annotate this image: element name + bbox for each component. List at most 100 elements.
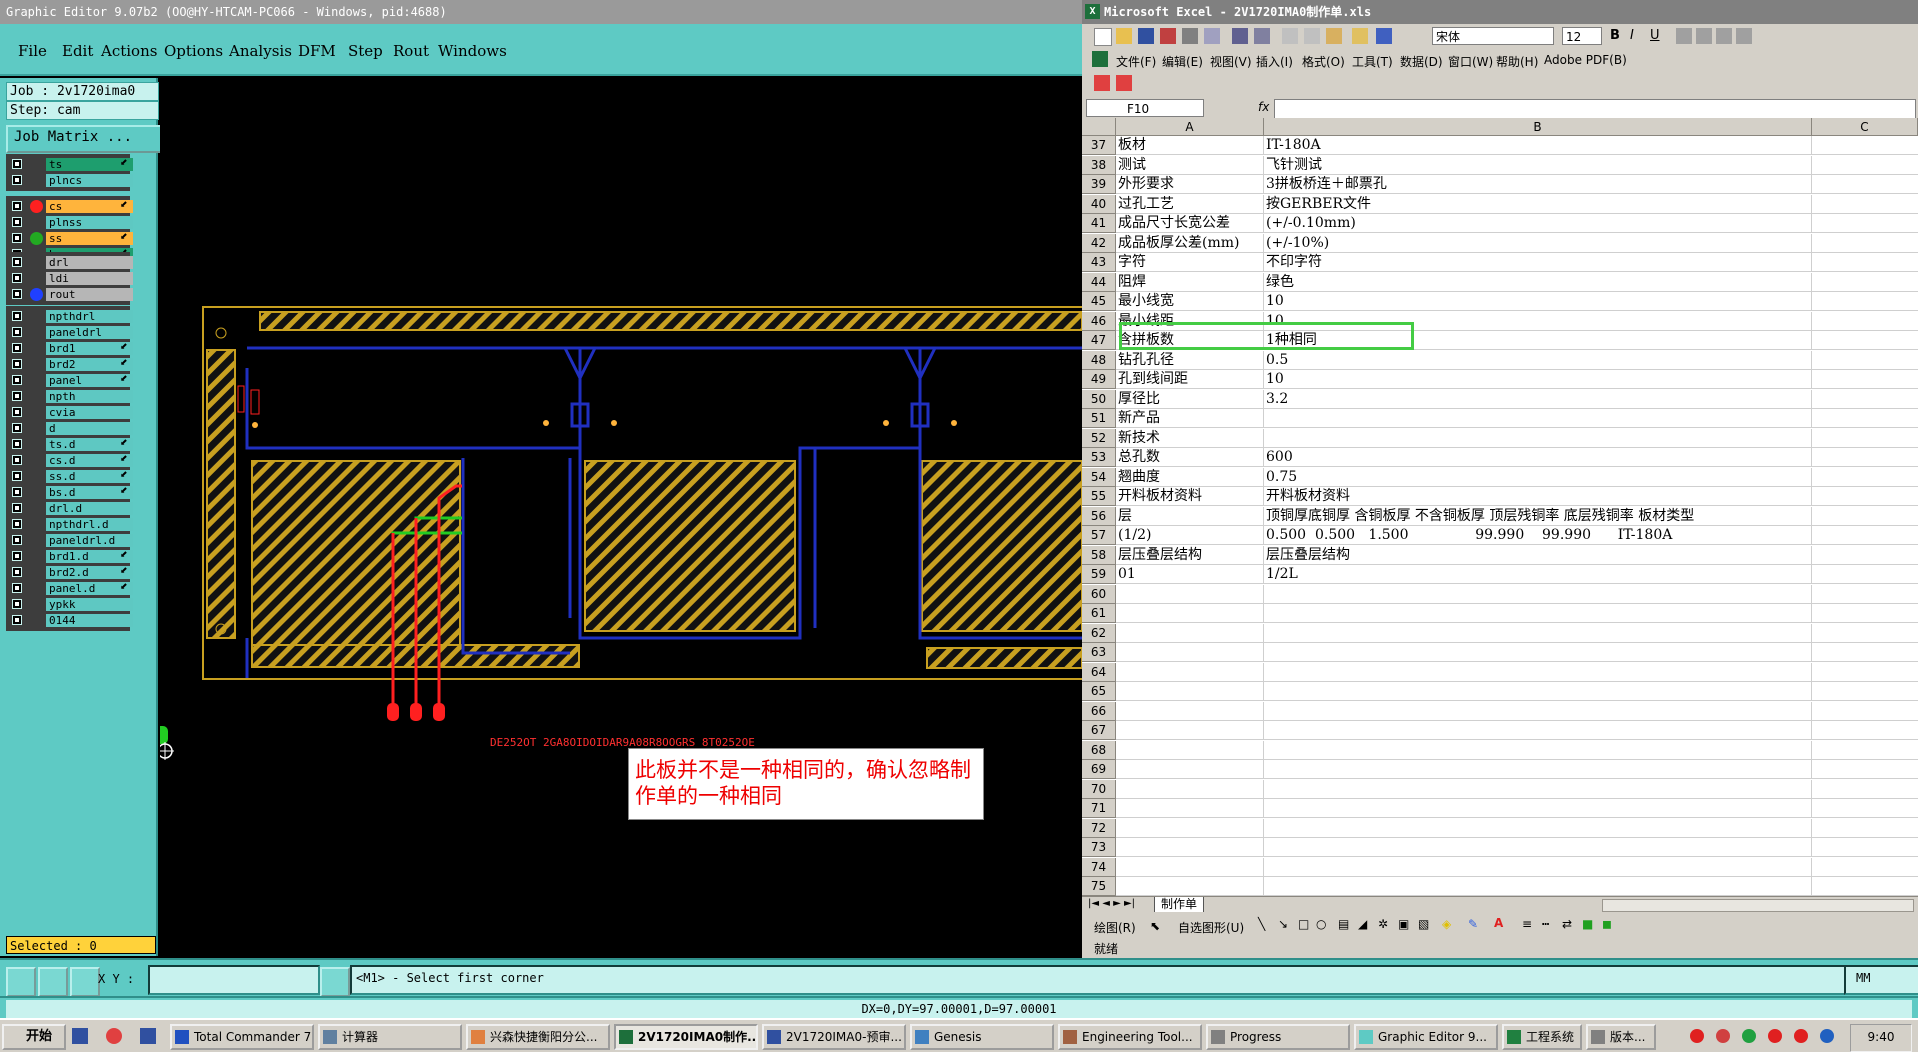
sheet-nav-arrows-icon[interactable]: |◄ ◄ ► ►| <box>1088 898 1135 909</box>
layer-name[interactable]: ldi <box>46 272 133 285</box>
menu-windows[interactable]: Windows <box>438 42 507 60</box>
menu-options[interactable]: Options <box>164 42 223 60</box>
layer-row-drl[interactable]: drl <box>6 255 133 270</box>
cell-c[interactable] <box>1812 643 1918 662</box>
layer-checkbox[interactable] <box>12 503 22 513</box>
diagram-icon[interactable]: ✲ <box>1378 917 1388 931</box>
row-header[interactable]: 59 <box>1082 565 1116 584</box>
cell-c[interactable] <box>1812 858 1918 877</box>
layer-name[interactable]: paneldrl.d <box>46 534 133 547</box>
menu-file[interactable]: File <box>18 42 47 60</box>
units-dropdown[interactable]: MM <box>1844 965 1918 995</box>
start-button[interactable]: 开始 <box>2 1024 66 1050</box>
excel-doc-icon[interactable] <box>1092 51 1108 67</box>
cell-c[interactable] <box>1812 312 1918 331</box>
cell-c[interactable] <box>1812 370 1918 389</box>
row-header[interactable]: 67 <box>1082 721 1116 740</box>
cell-c[interactable] <box>1812 760 1918 779</box>
cell-b[interactable] <box>1264 428 1812 448</box>
menu-actions[interactable]: Actions <box>101 42 157 60</box>
line-color-icon[interactable]: ✎ <box>1468 917 1478 931</box>
permission-icon[interactable] <box>1160 28 1176 44</box>
autoshapes-menu[interactable]: 自选图形(U) <box>1178 919 1244 936</box>
grid-tool-icon[interactable] <box>70 967 100 997</box>
cell-b[interactable]: 3拼板桥连＋邮票孔 <box>1264 175 1812 194</box>
layer-name[interactable]: npth <box>46 390 133 403</box>
spreadsheet-grid[interactable]: A B C 37 板材 IT-180A 38 测试 飞针测试 39 外形要求 3拼板桥连＋邮票孔… <box>1082 118 1918 896</box>
layer-row-ts-d[interactable]: ts.d ⬋ <box>6 437 133 452</box>
layer-row-plncs[interactable]: plncs <box>6 173 133 188</box>
info-icon[interactable] <box>320 967 350 997</box>
layer-row-0144[interactable]: 0144 <box>6 613 133 628</box>
menu-rout[interactable]: Rout <box>393 42 429 60</box>
cell-c[interactable] <box>1812 409 1918 428</box>
cell-c[interactable] <box>1812 624 1918 643</box>
underline-icon[interactable]: U <box>1650 28 1666 44</box>
cell-b[interactable] <box>1264 409 1812 428</box>
layer-name[interactable]: ypkk <box>46 598 133 611</box>
cell-a[interactable] <box>1116 877 1264 896</box>
menu-adobe-pdf[interactable]: Adobe PDF(B) <box>1544 53 1627 67</box>
menu-tools[interactable]: 工具(T) <box>1352 53 1393 70</box>
layer-checkbox[interactable] <box>12 439 22 449</box>
cell-c[interactable] <box>1812 351 1918 370</box>
layer-row-cs-d[interactable]: cs.d ⬋ <box>6 453 133 468</box>
cell-a[interactable]: 阻焊 <box>1116 272 1264 292</box>
row-header[interactable]: 66 <box>1082 701 1116 721</box>
cell-b[interactable]: 按GERBER文件 <box>1264 194 1812 214</box>
cell-a[interactable] <box>1116 662 1264 682</box>
menu-window[interactable]: 窗口(W) <box>1448 53 1493 70</box>
arrow-style-icon[interactable]: ⇄ <box>1562 917 1572 931</box>
graphic-canvas[interactable]: DE252OT 2GA8OIDOIDAR9A08R8OOGRS 8T0252OE <box>154 78 1084 956</box>
quick-launch-icon[interactable] <box>106 1028 122 1044</box>
layer-name[interactable]: plncs <box>46 174 133 187</box>
cell-c[interactable] <box>1812 273 1918 292</box>
line-icon[interactable]: ╲ <box>1258 917 1265 931</box>
cell-c[interactable] <box>1812 429 1918 448</box>
cell-b[interactable]: 开料板材资料 <box>1264 487 1812 506</box>
cell-c[interactable] <box>1812 253 1918 272</box>
spelling-icon[interactable] <box>1232 28 1248 44</box>
row-header[interactable]: 42 <box>1082 233 1116 253</box>
cell-c[interactable] <box>1812 526 1918 545</box>
cell-b[interactable] <box>1264 701 1812 721</box>
cell-a[interactable] <box>1116 682 1264 701</box>
cell-c[interactable] <box>1812 565 1918 584</box>
zoom-tool-icon[interactable] <box>6 967 36 997</box>
tray-icon[interactable] <box>1820 1029 1834 1043</box>
measure-tool-icon[interactable] <box>38 967 68 997</box>
cell-c[interactable] <box>1812 838 1918 857</box>
row-header[interactable]: 64 <box>1082 662 1116 682</box>
layer-checkbox[interactable] <box>12 175 22 185</box>
row-header[interactable]: 57 <box>1082 526 1116 545</box>
cell-a[interactable]: 01 <box>1116 565 1264 584</box>
layer-name[interactable]: cvia <box>46 406 133 419</box>
layer-row-bs-d[interactable]: bs.d ⬋ <box>6 485 133 500</box>
layer-name[interactable]: drl <box>46 256 133 269</box>
cell-a[interactable] <box>1116 818 1264 838</box>
cell-c[interactable] <box>1812 799 1918 818</box>
fill-color-icon[interactable]: ◈ <box>1442 917 1451 931</box>
layer-display-color-icon[interactable] <box>30 200 43 213</box>
layer-row-ldi[interactable]: ldi <box>6 271 133 286</box>
row-header[interactable]: 54 <box>1082 467 1116 487</box>
menu-dfm[interactable]: DFM <box>298 42 336 60</box>
print-preview-icon[interactable] <box>1204 28 1220 44</box>
layer-row-npthdrl-d[interactable]: npthdrl.d <box>6 517 133 532</box>
taskbar-button[interactable]: Engineering Tool... <box>1058 1024 1202 1050</box>
layer-name[interactable]: npthdrl <box>46 310 133 323</box>
layer-name[interactable]: 0144 <box>46 614 133 627</box>
save-icon[interactable] <box>1138 28 1154 44</box>
draw-menu[interactable]: 绘图(R) <box>1094 919 1136 936</box>
col-header-b[interactable]: B <box>1264 118 1812 136</box>
layer-row-panel-d[interactable]: panel.d ⬋ <box>6 581 133 596</box>
layer-row-drl-d[interactable]: drl.d <box>6 501 133 516</box>
row-header[interactable]: 46 <box>1082 311 1116 331</box>
row-header[interactable]: 62 <box>1082 623 1116 643</box>
menu-edit[interactable]: 编辑(E) <box>1162 53 1203 70</box>
layer-name[interactable]: rout <box>46 288 133 301</box>
cell-c[interactable] <box>1812 546 1918 565</box>
row-header[interactable]: 47 <box>1082 331 1116 350</box>
bold-icon[interactable]: B <box>1610 28 1626 44</box>
row-header[interactable]: 69 <box>1082 760 1116 779</box>
